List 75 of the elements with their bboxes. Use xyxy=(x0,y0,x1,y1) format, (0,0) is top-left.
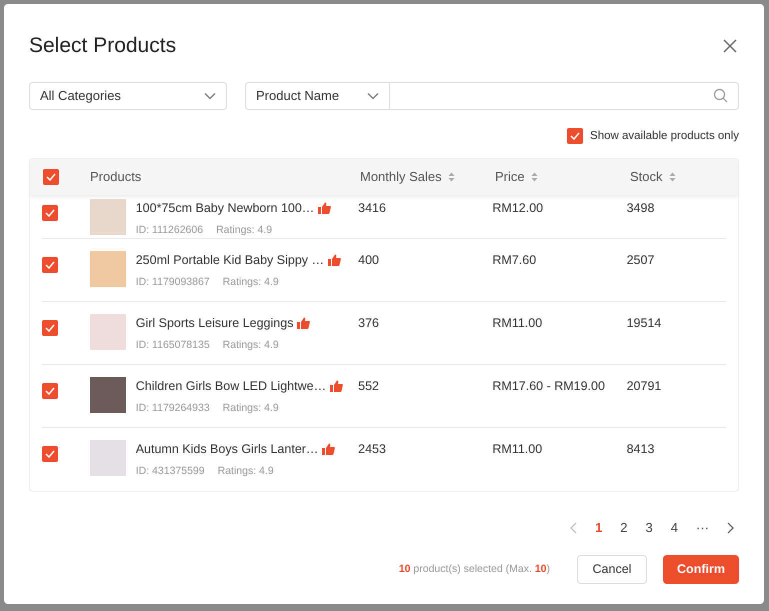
sort-icon[interactable] xyxy=(530,172,538,182)
table-cell-text: 400 xyxy=(358,252,380,269)
checkmark-icon xyxy=(45,386,55,395)
table-cell-text: 8413 xyxy=(626,440,656,458)
checkmark-icon xyxy=(45,450,55,458)
thumbs-up-icon xyxy=(297,317,310,330)
selection-summary: 10 product(s) selected (Max. 10) xyxy=(398,562,550,577)
checkmark-icon xyxy=(570,132,580,140)
checkmark-icon xyxy=(46,172,56,181)
table-cell-text: 552 xyxy=(358,378,380,395)
table-cell-text: 2453 xyxy=(358,440,387,458)
thumbs-up-icon xyxy=(328,254,342,266)
previous-page-icon[interactable] xyxy=(569,522,578,534)
checkbox[interactable] xyxy=(42,204,58,221)
product-name: Girl Sports Leisure Leggings xyxy=(136,314,294,332)
product-id: ID: 1165078135 xyxy=(136,338,210,352)
table-cell-text: 2507 xyxy=(626,252,656,269)
table-cell-text: 20791 xyxy=(626,378,662,395)
table-cell-text: RM11.00 xyxy=(492,440,544,458)
page-link[interactable]: 1 xyxy=(595,518,602,538)
confirm-button[interactable]: Confirm xyxy=(663,555,739,584)
product-id: ID: 1179264933 xyxy=(136,400,210,416)
checkbox[interactable] xyxy=(567,128,584,144)
page-link[interactable]: ··· xyxy=(696,518,709,538)
checkbox[interactable] xyxy=(42,382,58,399)
table-cell-text: RM12.00 xyxy=(492,200,544,217)
category-dropdown[interactable]: All Categories xyxy=(29,82,227,110)
page-link[interactable]: 2 xyxy=(620,518,628,538)
sort-icon[interactable] xyxy=(668,172,676,182)
product-id: ID: 111262606 xyxy=(136,222,204,238)
product-name: 250ml Portable Kid Baby Sippy … xyxy=(136,252,324,269)
product-id: ID: 1179093867 xyxy=(136,274,210,290)
checkmark-icon xyxy=(45,208,55,217)
search-field[interactable] xyxy=(390,82,739,110)
product-rating: Ratings: 4.9 xyxy=(222,338,279,352)
product-rating: Ratings: 4.9 xyxy=(222,274,279,290)
checkmark-icon xyxy=(45,324,55,332)
table-cell-text: RM11.00 xyxy=(492,314,544,332)
chevron-down-icon xyxy=(367,92,379,100)
checkbox[interactable] xyxy=(42,320,58,336)
search-type-dropdown[interactable]: Product Name xyxy=(245,82,390,110)
cancel-button[interactable]: Cancel xyxy=(577,555,647,584)
product-name: 100*75cm Baby Newborn 100… xyxy=(136,200,314,217)
table-cell-text: 376 xyxy=(358,314,380,332)
checkbox-label: Show available products only xyxy=(590,128,739,144)
checkbox[interactable] xyxy=(43,168,59,185)
product-rating: Ratings: 4.9 xyxy=(218,464,274,478)
checkbox[interactable] xyxy=(42,446,58,462)
column-header: Price xyxy=(495,168,525,186)
next-page-icon[interactable] xyxy=(727,522,735,534)
product-name: Autumn Kids Boys Girls Lanter… xyxy=(136,440,318,458)
column-header: Monthly Sales xyxy=(360,168,442,186)
product-rating: Ratings: 4.9 xyxy=(222,400,279,416)
product-name: Children Girls Bow LED Lightwe… xyxy=(136,378,326,395)
page-link[interactable]: 4 xyxy=(670,518,678,538)
table-cell-text: 19514 xyxy=(626,314,662,332)
table-cell-text: RM17.60 - RM19.00 xyxy=(492,378,606,395)
checkmark-icon xyxy=(45,260,55,269)
chevron-down-icon xyxy=(204,92,216,100)
close-icon[interactable] xyxy=(723,38,737,53)
search-icon xyxy=(713,88,728,103)
column-header: Stock xyxy=(630,168,663,186)
product-id: ID: 431375599 xyxy=(136,464,205,478)
thumbs-up-icon xyxy=(318,202,332,214)
page-link[interactable]: 3 xyxy=(646,518,653,538)
sort-icon[interactable] xyxy=(448,172,455,182)
table-cell-text: 3498 xyxy=(626,200,656,217)
column-header: Products xyxy=(90,168,142,186)
product-rating: Ratings: 4.9 xyxy=(216,222,272,238)
table-cell-text: 3416 xyxy=(358,200,387,217)
thumbs-up-icon xyxy=(322,443,336,456)
checkbox[interactable] xyxy=(42,256,58,273)
dialog-title: Select Products xyxy=(29,33,176,59)
table-cell-text: RM7.60 xyxy=(492,252,538,269)
thumbs-up-icon xyxy=(330,380,344,392)
